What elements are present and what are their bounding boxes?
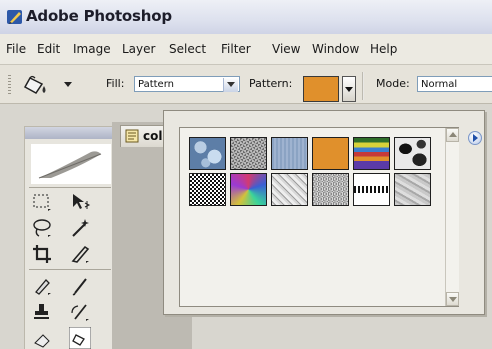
- pattern-tile-blue-cloth[interactable]: [271, 137, 308, 170]
- title-bar[interactable]: Adobe Photoshop: [0, 0, 492, 34]
- pattern-picker-arrow-icon[interactable]: [342, 76, 356, 102]
- tool-preset-arrow[interactable]: [64, 82, 72, 87]
- mode-select-value: Normal: [421, 79, 458, 90]
- move-tool-icon[interactable]: [69, 191, 91, 213]
- fill-dropdown-arrow-icon[interactable]: [223, 78, 238, 92]
- mode-label: Mode:: [376, 77, 410, 90]
- feather-logo-icon: [31, 144, 111, 184]
- pattern-grid: [179, 127, 459, 307]
- options-separator: [362, 72, 364, 100]
- menu-layer[interactable]: Layer: [122, 42, 155, 56]
- toolbox-divider: [29, 187, 111, 188]
- magic-wand-icon[interactable]: [69, 217, 91, 239]
- pattern-tile-stripe-weave[interactable]: [353, 173, 390, 206]
- mode-select[interactable]: Normal: [417, 76, 492, 92]
- pattern-tile-gray-granite[interactable]: [312, 173, 349, 206]
- menu-help[interactable]: Help: [370, 42, 397, 56]
- fill-select[interactable]: Pattern: [134, 76, 240, 92]
- picker-menu-arrow-icon[interactable]: [468, 131, 482, 145]
- slice-tool-icon[interactable]: [69, 243, 91, 265]
- brush-tool-icon[interactable]: [69, 275, 91, 297]
- eraser-tool-icon[interactable]: [31, 327, 53, 349]
- pattern-tile-metal-landscape[interactable]: [230, 137, 267, 170]
- pattern-tile-orange-solid[interactable]: [312, 137, 349, 170]
- options-bar: Fill: Pattern Pattern: Mode: Normal: [0, 65, 492, 104]
- toolbar-grip[interactable]: [8, 75, 11, 95]
- menu-filter[interactable]: Filter: [221, 42, 251, 56]
- photoshop-app-icon: [7, 10, 22, 24]
- menu-image[interactable]: Image: [73, 42, 111, 56]
- marquee-tool-icon[interactable]: [31, 191, 53, 213]
- document-title: col: [143, 129, 163, 143]
- menu-bar: File Edit Image Layer Select Filter View…: [0, 34, 492, 65]
- pattern-picker-popup: [163, 110, 485, 315]
- pattern-swatch[interactable]: [303, 76, 339, 102]
- history-brush-icon[interactable]: [69, 301, 91, 323]
- menu-window[interactable]: Window: [312, 42, 359, 56]
- toolbox-header[interactable]: [25, 127, 115, 139]
- menu-select[interactable]: Select: [169, 42, 206, 56]
- fill-select-value: Pattern: [138, 79, 174, 90]
- paint-bucket-tool-icon[interactable]: [68, 326, 92, 349]
- pattern-label: Pattern:: [249, 77, 293, 90]
- pattern-tile-rainbow-stripes[interactable]: [353, 137, 390, 170]
- pattern-tile-black-marble[interactable]: [394, 137, 431, 170]
- menu-view[interactable]: View: [272, 42, 300, 56]
- menu-file[interactable]: File: [6, 42, 26, 56]
- pattern-tile-gray-texture[interactable]: [394, 173, 431, 206]
- toolbox-divider: [29, 269, 111, 270]
- window-title: Adobe Photoshop: [26, 7, 172, 25]
- paint-bucket-icon[interactable]: [20, 74, 54, 96]
- crop-tool-icon[interactable]: [31, 243, 53, 265]
- scroll-down-icon[interactable]: [446, 292, 459, 306]
- photoshop-window: Adobe Photoshop File Edit Image Layer Se…: [0, 0, 492, 349]
- healing-brush-icon[interactable]: [31, 275, 53, 297]
- menu-edit[interactable]: Edit: [37, 42, 60, 56]
- toolbox: [24, 126, 116, 349]
- scroll-up-icon[interactable]: [446, 128, 459, 142]
- lasso-tool-icon[interactable]: [31, 217, 53, 239]
- pattern-tile-gray-paper[interactable]: [271, 173, 308, 206]
- fill-label: Fill:: [106, 77, 125, 90]
- pattern-scrollbar[interactable]: [445, 128, 459, 306]
- clone-stamp-icon[interactable]: [31, 301, 53, 323]
- pattern-tile-tie-dye[interactable]: [230, 173, 267, 206]
- pattern-tile-blue-bubbles[interactable]: [189, 137, 226, 170]
- pattern-tile-checker-fine[interactable]: [189, 173, 226, 206]
- document-icon: [125, 129, 139, 143]
